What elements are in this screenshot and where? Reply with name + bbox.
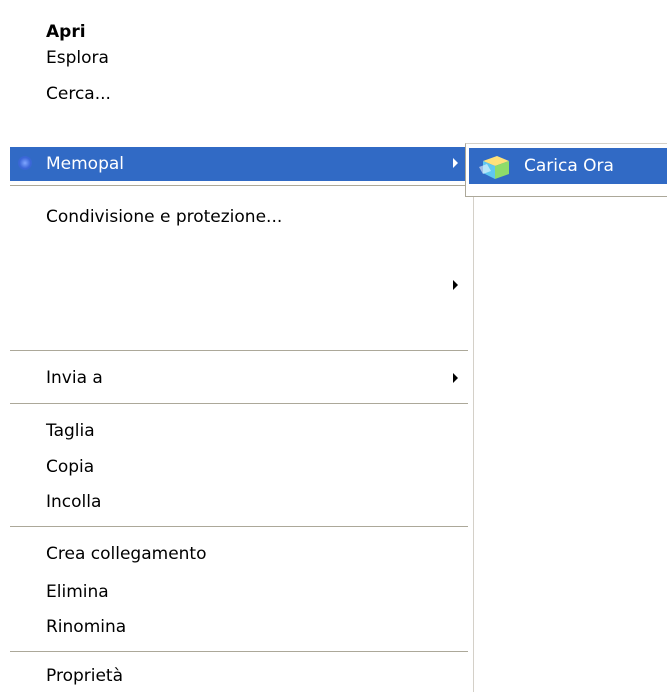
context-menu: Apri Esplora Cerca... Memopal Condivisio…: [10, 0, 468, 692]
cube-upload-icon: [479, 156, 509, 179]
menu-item-cut[interactable]: Taglia: [10, 415, 468, 447]
menu-item-copy-label: Copia: [46, 457, 95, 477]
memopal-submenu: Carica Ora: [465, 143, 667, 197]
submenu-arrow-icon: [453, 158, 458, 168]
menu-item-blank-submenu[interactable]: [10, 269, 468, 301]
submenu-item-upload-now[interactable]: Carica Ora: [469, 148, 667, 184]
menu-item-create-shortcut[interactable]: Crea collegamento: [10, 538, 468, 570]
menu-item-cut-label: Taglia: [46, 421, 95, 441]
menu-item-rename-label: Rinomina: [46, 617, 127, 637]
menu-item-delete[interactable]: Elimina: [10, 576, 468, 608]
menu-item-explore-label: Esplora: [46, 48, 109, 68]
menu-item-properties[interactable]: Proprietà: [10, 660, 468, 692]
menu-separator: [10, 185, 468, 187]
menu-separator: [10, 526, 468, 528]
submenu-arrow-icon: [453, 373, 458, 383]
menu-item-paste-label: Incolla: [46, 492, 102, 512]
menu-item-send-to[interactable]: Invia a: [10, 362, 468, 394]
menu-item-send-to-label: Invia a: [46, 368, 103, 388]
menu-item-create-shortcut-label: Crea collegamento: [46, 544, 207, 564]
menu-item-rename[interactable]: Rinomina: [10, 611, 468, 643]
memopal-icon: [18, 156, 32, 170]
menu-item-sharing[interactable]: Condivisione e protezione...: [10, 201, 468, 233]
menu-item-search-label: Cerca...: [46, 84, 111, 104]
menu-item-delete-label: Elimina: [46, 582, 109, 602]
menu-separator: [10, 403, 468, 405]
menu-item-memopal[interactable]: Memopal: [10, 147, 468, 181]
menu-item-memopal-label: Memopal: [46, 154, 125, 174]
menu-item-search[interactable]: Cerca...: [10, 78, 468, 110]
menu-separator: [10, 651, 468, 653]
menu-item-copy[interactable]: Copia: [10, 451, 468, 483]
submenu-shadow-edge: [473, 197, 474, 692]
menu-item-explore[interactable]: Esplora: [10, 42, 468, 74]
menu-separator: [10, 350, 468, 352]
menu-item-paste[interactable]: Incolla: [10, 486, 468, 518]
submenu-arrow-icon: [453, 280, 458, 290]
submenu-item-upload-now-label: Carica Ora: [524, 156, 614, 176]
menu-item-sharing-label: Condivisione e protezione...: [46, 207, 283, 227]
menu-item-properties-label: Proprietà: [46, 666, 124, 686]
